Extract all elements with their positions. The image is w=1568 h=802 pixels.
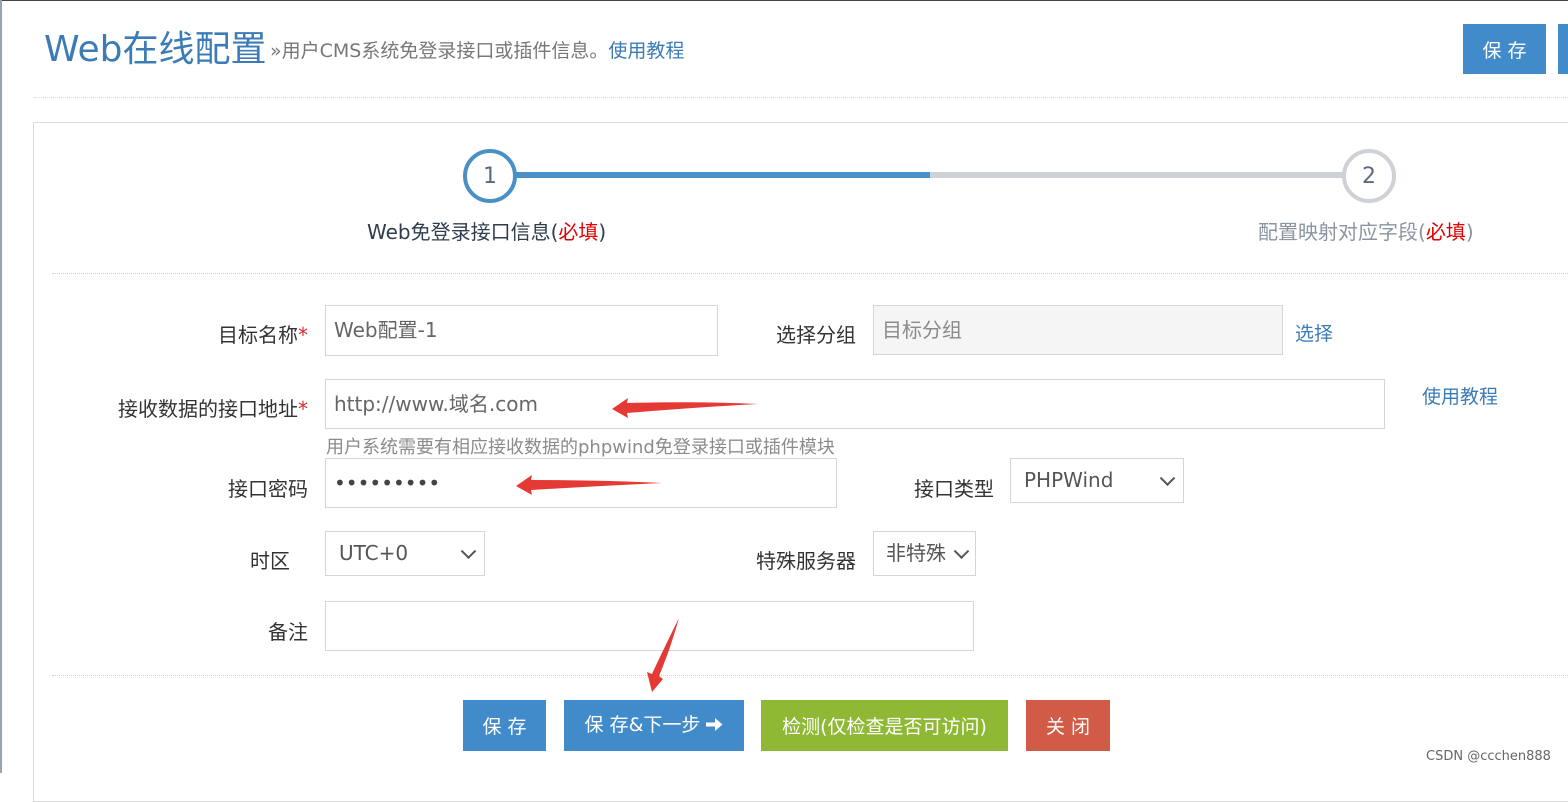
annotation-arrows (516, 398, 758, 692)
annotation-arrow-save-next (647, 618, 679, 692)
annotation-arrow-password (516, 475, 662, 495)
annotation-arrow-url (612, 398, 758, 418)
watermark: CSDN @ccchen888 (1426, 749, 1551, 764)
